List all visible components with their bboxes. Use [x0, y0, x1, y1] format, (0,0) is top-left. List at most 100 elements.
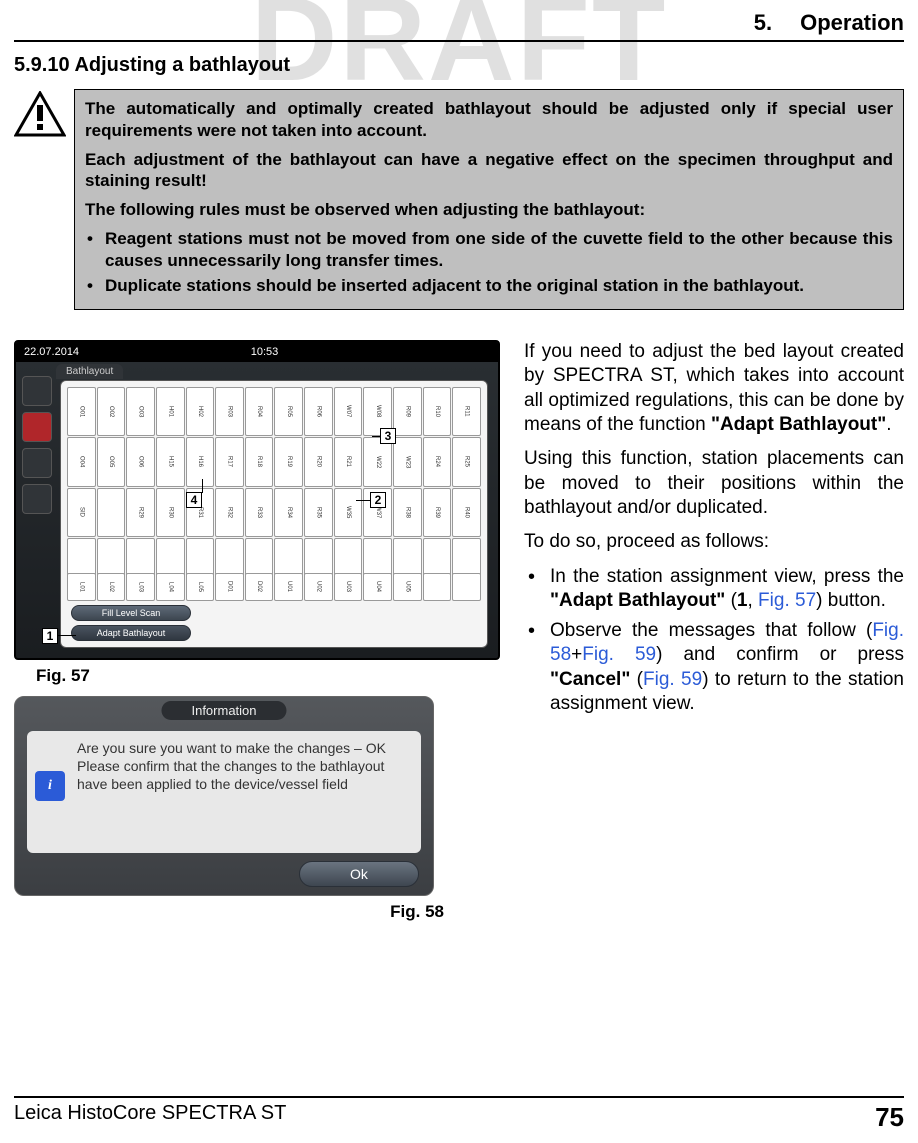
callout-1-line — [58, 635, 76, 636]
grid-cell[interactable]: R30 — [156, 488, 185, 537]
ok-button[interactable]: Ok — [299, 861, 419, 887]
callout-3: 3 — [380, 428, 396, 444]
warning-icon — [14, 91, 66, 137]
sidebar-button-1[interactable] — [22, 376, 52, 406]
grid-bottom-cell[interactable] — [423, 573, 452, 601]
grid-cell[interactable]: R25 — [452, 437, 481, 486]
grid-bottom-cell[interactable]: L01 — [67, 573, 96, 601]
grid-cell[interactable]: H01 — [156, 387, 185, 436]
grid-bottom-cell[interactable]: D01 — [215, 573, 244, 601]
warning-p2: Each adjustment of the bathlayout can ha… — [85, 149, 893, 193]
sidebar-button-4[interactable] — [22, 484, 52, 514]
breadcrumb: Bathlayout — [56, 364, 123, 379]
figure-58-label: Fig. 58 — [36, 902, 444, 922]
figure-57-label: Fig. 57 — [36, 666, 504, 686]
section-title: Adjusting a bathlayout — [74, 54, 290, 76]
callout-2: 2 — [370, 492, 386, 508]
grid-bottom-cell[interactable] — [452, 573, 481, 601]
grid-cell[interactable]: O02 — [97, 387, 126, 436]
grid-cell[interactable]: R09 — [393, 387, 422, 436]
body-text: If you need to adjust the bed layout cre… — [524, 340, 904, 932]
bathlayout-bottom-row: L01L02L03L04L05D01D02U01U02U03U04U05 — [67, 573, 481, 601]
grid-cell[interactable]: R21 — [334, 437, 363, 486]
ss1-sidebar — [22, 376, 54, 648]
grid-cell[interactable]: O05 — [97, 437, 126, 486]
ss1-date: 22.07.2014 — [24, 346, 79, 358]
page-footer: Leica HistoCore SPECTRA ST 75 — [14, 1096, 904, 1133]
grid-cell[interactable]: R38 — [393, 488, 422, 537]
grid-bottom-cell[interactable]: U04 — [363, 573, 392, 601]
adapt-bathlayout-button[interactable]: Adapt Bathlayout — [71, 625, 191, 641]
grid-cell[interactable]: W23 — [393, 437, 422, 486]
grid-cell[interactable] — [97, 488, 126, 537]
grid-cell[interactable]: O03 — [126, 387, 155, 436]
grid-cell[interactable]: R24 — [423, 437, 452, 486]
warning-p1: The automatically and optimally created … — [85, 98, 893, 142]
grid-cell[interactable]: R18 — [245, 437, 274, 486]
grid-bottom-cell[interactable]: D02 — [245, 573, 274, 601]
section-number: 5.9.10 — [14, 54, 70, 76]
chapter-number: 5. — [754, 10, 772, 36]
chapter-title: Operation — [800, 10, 904, 36]
grid-bottom-cell[interactable]: L03 — [126, 573, 155, 601]
paragraph-3: To do so, proceed as follows: — [524, 530, 904, 554]
list-item-1: In the station assignment view, press th… — [550, 565, 904, 614]
warning-p3: The following rules must be observed whe… — [85, 199, 893, 221]
grid-cell[interactable]: R29 — [126, 488, 155, 537]
callout-1: 1 — [42, 628, 58, 644]
grid-bottom-cell[interactable]: U01 — [274, 573, 303, 601]
grid-cell[interactable]: R32 — [215, 488, 244, 537]
paragraph-1: If you need to adjust the bed layout cre… — [524, 340, 904, 437]
footer-product: Leica HistoCore SPECTRA ST — [14, 1102, 286, 1133]
figure-57-screenshot: 22.07.2014 10:53 Bathlayout O01O02O03H01… — [14, 340, 500, 660]
sidebar-button-3[interactable] — [22, 448, 52, 478]
grid-bottom-cell[interactable]: U03 — [334, 573, 363, 601]
chapter-header: 5. Operation — [14, 10, 904, 42]
callout-4: 4 — [186, 492, 202, 508]
grid-cell[interactable]: O01 — [67, 387, 96, 436]
grid-cell[interactable]: W35 — [334, 488, 363, 537]
grid-cell[interactable]: R03 — [215, 387, 244, 436]
grid-cell[interactable]: O06 — [126, 437, 155, 486]
grid-cell[interactable]: R33 — [245, 488, 274, 537]
grid-bottom-cell[interactable]: U02 — [304, 573, 333, 601]
grid-cell[interactable]: R17 — [215, 437, 244, 486]
warning-bullet-1: Reagent stations must not be moved from … — [101, 228, 893, 272]
grid-bottom-cell[interactable]: U05 — [393, 573, 422, 601]
grid-cell[interactable]: R05 — [274, 387, 303, 436]
warning-bullet-2: Duplicate stations should be inserted ad… — [101, 275, 893, 297]
grid-cell[interactable]: H15 — [156, 437, 185, 486]
ss1-time: 10:53 — [251, 346, 279, 358]
bathlayout-panel: O01O02O03H01H02R03R04R05R06W07W08R09R10R… — [60, 380, 488, 648]
grid-cell[interactable]: W07 — [334, 387, 363, 436]
callout-4-line — [202, 479, 203, 493]
grid-bottom-cell[interactable]: L02 — [97, 573, 126, 601]
grid-cell[interactable]: R19 — [274, 437, 303, 486]
grid-cell[interactable]: R34 — [274, 488, 303, 537]
grid-cell[interactable]: H16 — [186, 437, 215, 486]
callout-2-line — [356, 500, 370, 501]
grid-bottom-cell[interactable]: L04 — [156, 573, 185, 601]
grid-cell[interactable]: R04 — [245, 387, 274, 436]
grid-cell[interactable]: R40 — [452, 488, 481, 537]
grid-cell[interactable]: SID — [67, 488, 96, 537]
grid-cell[interactable]: R06 — [304, 387, 333, 436]
figure-58-screenshot: Information i Are you sure you want to m… — [14, 696, 434, 896]
grid-cell[interactable]: R35 — [304, 488, 333, 537]
sidebar-button-2[interactable] — [22, 412, 52, 442]
grid-cell[interactable]: R11 — [452, 387, 481, 436]
dialog-body: i Are you sure you want to make the chan… — [27, 731, 421, 853]
grid-cell[interactable]: H02 — [186, 387, 215, 436]
grid-cell[interactable]: O04 — [67, 437, 96, 486]
grid-cell[interactable]: R10 — [423, 387, 452, 436]
fill-level-scan-button[interactable]: Fill Level Scan — [71, 605, 191, 621]
footer-page-number: 75 — [875, 1102, 904, 1133]
warning-block: The automatically and optimally created … — [14, 89, 904, 310]
grid-bottom-cell[interactable]: L05 — [186, 573, 215, 601]
dialog-title: Information — [161, 701, 286, 720]
grid-cell[interactable]: R39 — [423, 488, 452, 537]
grid-cell[interactable]: R20 — [304, 437, 333, 486]
grid-cell[interactable]: W22 — [363, 437, 392, 486]
dialog-text: Are you sure you want to make the change… — [77, 740, 386, 792]
list-item-2: Observe the messages that follow (Fig. 5… — [550, 619, 904, 716]
